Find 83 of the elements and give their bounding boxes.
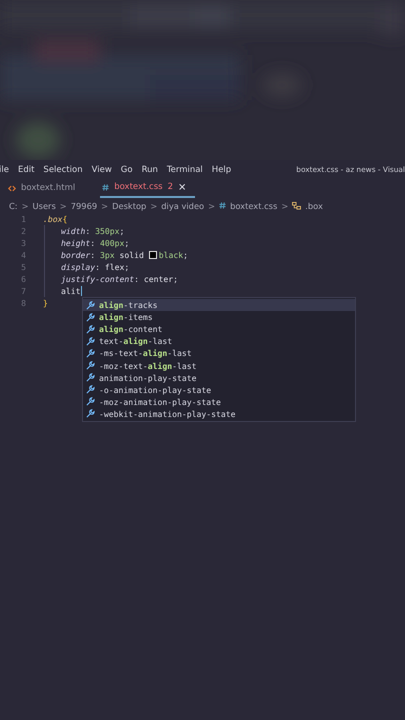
breadcrumb-item[interactable]: C: xyxy=(9,200,18,210)
line-number: 6 xyxy=(20,274,26,284)
breadcrumb-separator: > xyxy=(60,200,67,210)
hash-icon xyxy=(219,202,226,209)
punctuation: ; xyxy=(183,250,188,260)
wrench-icon xyxy=(86,300,95,310)
breadcrumb-item[interactable]: boxtext.css xyxy=(230,200,278,210)
value-text: solid xyxy=(118,250,145,260)
menu-item[interactable]: Go xyxy=(120,164,133,174)
selector-text: .box xyxy=(43,214,62,224)
value-text: 350px xyxy=(95,226,120,236)
wrench-icon xyxy=(86,361,95,370)
breadcrumb-separator: > xyxy=(150,200,158,210)
line-number: 5 xyxy=(20,262,26,272)
suggestion-item[interactable]: text-align-last xyxy=(83,335,355,348)
editor-tab[interactable]: boxtext.css 2 × xyxy=(100,178,196,198)
menu-item[interactable]: Help xyxy=(212,164,232,174)
breadcrumb-item[interactable]: 79969 xyxy=(70,200,98,210)
menu-item[interactable]: Edit xyxy=(18,164,34,174)
property-name: height xyxy=(61,238,90,248)
suggestion-item[interactable]: align-content xyxy=(83,323,355,336)
menu-item[interactable]: Run xyxy=(142,164,158,174)
symbol-class-icon xyxy=(292,202,302,210)
wrench-icon xyxy=(86,385,95,394)
wrench-icon xyxy=(86,373,95,382)
menu-item[interactable]: Terminal xyxy=(166,164,203,174)
line-number: 1 xyxy=(20,214,26,224)
line-number: 7 xyxy=(20,286,26,296)
wrench-icon xyxy=(86,312,95,322)
brace-text: { xyxy=(62,214,68,224)
line-number: 8 xyxy=(20,298,26,308)
punctuation: : xyxy=(90,250,96,260)
suggestion-item[interactable]: -ms-text-align-last xyxy=(83,347,355,360)
punctuation: ; xyxy=(120,226,124,236)
punctuation: : xyxy=(90,238,96,248)
wrench-icon xyxy=(86,348,95,358)
breadcrumb-item[interactable]: Desktop xyxy=(112,200,146,210)
menu-item[interactable]: View xyxy=(92,164,112,174)
suggestion-item[interactable]: -o-animation-play-state xyxy=(83,384,355,396)
punctuation: ; xyxy=(124,238,130,248)
value-text: 400px xyxy=(100,238,124,248)
property-name: width xyxy=(61,226,86,236)
line-number: 3 xyxy=(20,238,26,248)
hash-icon xyxy=(102,184,110,190)
editor-tab[interactable]: boxtext.html xyxy=(6,178,84,198)
value-text: flex xyxy=(104,262,124,272)
wrench-icon xyxy=(86,397,95,406)
value-text: 3px xyxy=(100,250,115,260)
punctuation: : xyxy=(85,226,92,236)
suggestion-item[interactable]: -moz-text-align-last xyxy=(83,359,355,372)
menu-item[interactable]: Selection xyxy=(43,164,83,174)
suggestion-item[interactable]: animation-play-state xyxy=(83,372,355,384)
text-cursor xyxy=(80,286,82,296)
line-number: 4 xyxy=(20,250,26,260)
value-text: alit xyxy=(61,286,80,296)
menu-item[interactable]: ile xyxy=(0,164,9,174)
punctuation: ; xyxy=(124,262,130,272)
breadcrumb-separator: > xyxy=(208,200,216,210)
property-name: border xyxy=(61,250,90,260)
property-name: justify-content xyxy=(61,274,134,284)
punctuation: : xyxy=(134,274,140,284)
property-name: display xyxy=(61,262,96,272)
breadcrumb-separator: > xyxy=(281,200,288,210)
suggestion-item[interactable]: -moz-animation-play-state xyxy=(83,396,355,408)
color-swatch[interactable] xyxy=(148,251,157,259)
line-number: 2 xyxy=(20,226,26,236)
suggestion-item[interactable]: align-items xyxy=(83,311,355,324)
value-text: black xyxy=(158,250,184,260)
wrench-icon xyxy=(86,409,95,418)
breadcrumb-separator: > xyxy=(101,200,108,210)
wrench-icon xyxy=(86,324,95,334)
punctuation: : xyxy=(95,262,101,272)
brace-text: } xyxy=(43,298,48,308)
punctuation: ; xyxy=(173,274,178,284)
breadcrumb-separator: > xyxy=(22,200,29,210)
code-brackets-icon xyxy=(8,184,16,192)
wrench-icon xyxy=(86,336,95,346)
breadcrumb-item[interactable]: .box xyxy=(305,200,323,210)
value-text: center xyxy=(144,274,174,284)
suggestion-item[interactable]: align-tracks xyxy=(83,299,355,312)
breadcrumb-item[interactable]: diya video xyxy=(161,200,204,210)
suggestion-item[interactable]: -webkit-animation-play-state xyxy=(83,408,355,420)
breadcrumb-item[interactable]: Users xyxy=(32,200,56,210)
